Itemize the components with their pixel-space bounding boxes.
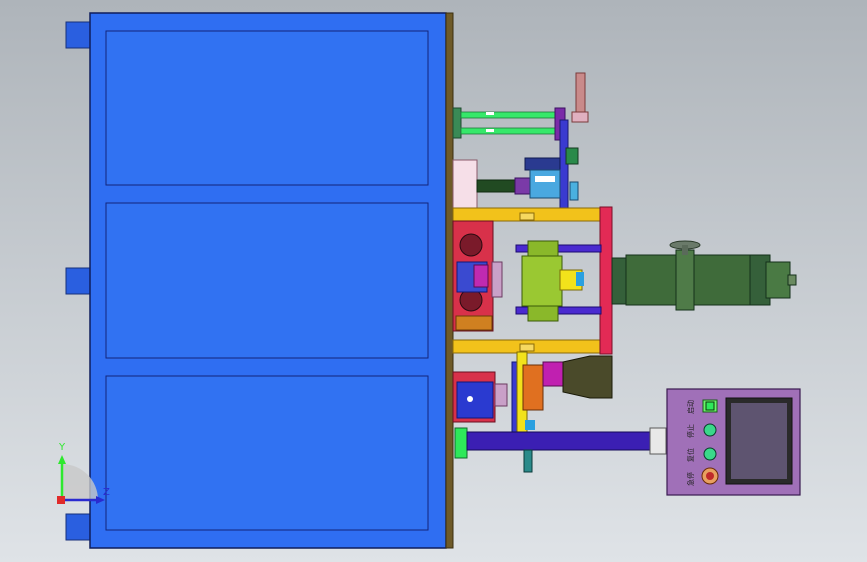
axis-z-label: Z: [103, 487, 110, 498]
main-shaft: [454, 427, 667, 473]
control-label-estop: 急停: [687, 472, 695, 486]
left-cylinder-top: [65, 21, 93, 49]
gear-box: [452, 220, 503, 332]
main-cabinet: [89, 12, 447, 549]
lower-gripper-assembly: [452, 351, 613, 433]
servo-motor: [611, 240, 797, 311]
cad-viewport[interactable]: [0, 0, 867, 562]
left-cylinder-bottom: [65, 513, 93, 541]
control-label-start: 启动: [687, 400, 695, 414]
axis-y-label: Y: [59, 442, 66, 453]
control-label-stop: 停止: [687, 424, 695, 438]
pink-block: [452, 159, 478, 214]
cabinet-panel-middle: [105, 202, 429, 359]
cabinet-panel-bottom: [105, 375, 429, 531]
cabinet-panel-top: [105, 30, 429, 186]
left-cylinder-middle: [65, 267, 93, 295]
reset-button[interactable]: [703, 447, 717, 461]
cabinet-side-frame: [445, 12, 454, 549]
control-label-reset: 复位: [687, 448, 695, 462]
red-end-plate: [599, 206, 613, 355]
stop-button[interactable]: [703, 423, 717, 437]
